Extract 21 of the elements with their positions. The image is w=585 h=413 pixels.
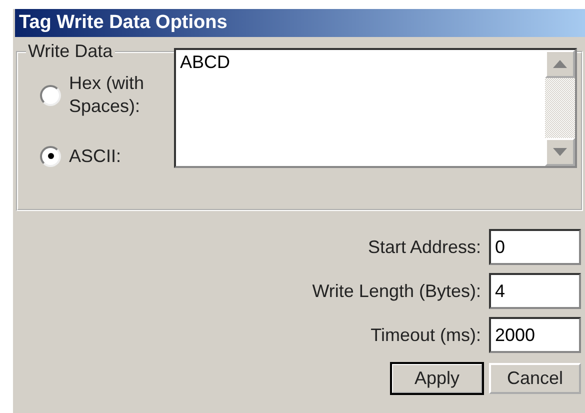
- up-arrow-icon: [553, 60, 567, 68]
- down-arrow-icon: [553, 148, 567, 156]
- radio-button[interactable]: [40, 146, 61, 167]
- scroll-down-button[interactable]: [545, 138, 575, 166]
- field-label: Write Length (Bytes):: [312, 280, 481, 302]
- scroll-up-button[interactable]: [545, 50, 575, 78]
- radio-option[interactable]: Hex (with Spaces):: [40, 72, 164, 119]
- field-label: Start Address:: [368, 236, 481, 258]
- group-label: Write Data: [27, 41, 114, 62]
- input-field[interactable]: 0: [489, 229, 581, 265]
- dialog-button[interactable]: Cancel: [489, 363, 581, 394]
- input-field[interactable]: 2000: [489, 317, 581, 353]
- radio-option[interactable]: ASCII:: [40, 144, 164, 168]
- input-field[interactable]: 4: [489, 273, 581, 309]
- dialog-button[interactable]: Apply: [391, 363, 483, 394]
- text-area[interactable]: ABCD: [174, 48, 577, 168]
- text-value: ABCD: [179, 51, 232, 74]
- field-label: Timeout (ms):: [370, 324, 481, 346]
- radio-button[interactable]: [40, 84, 61, 106]
- window-title: Tag Write Data Options: [19, 12, 228, 34]
- scrollbar[interactable]: [545, 50, 575, 166]
